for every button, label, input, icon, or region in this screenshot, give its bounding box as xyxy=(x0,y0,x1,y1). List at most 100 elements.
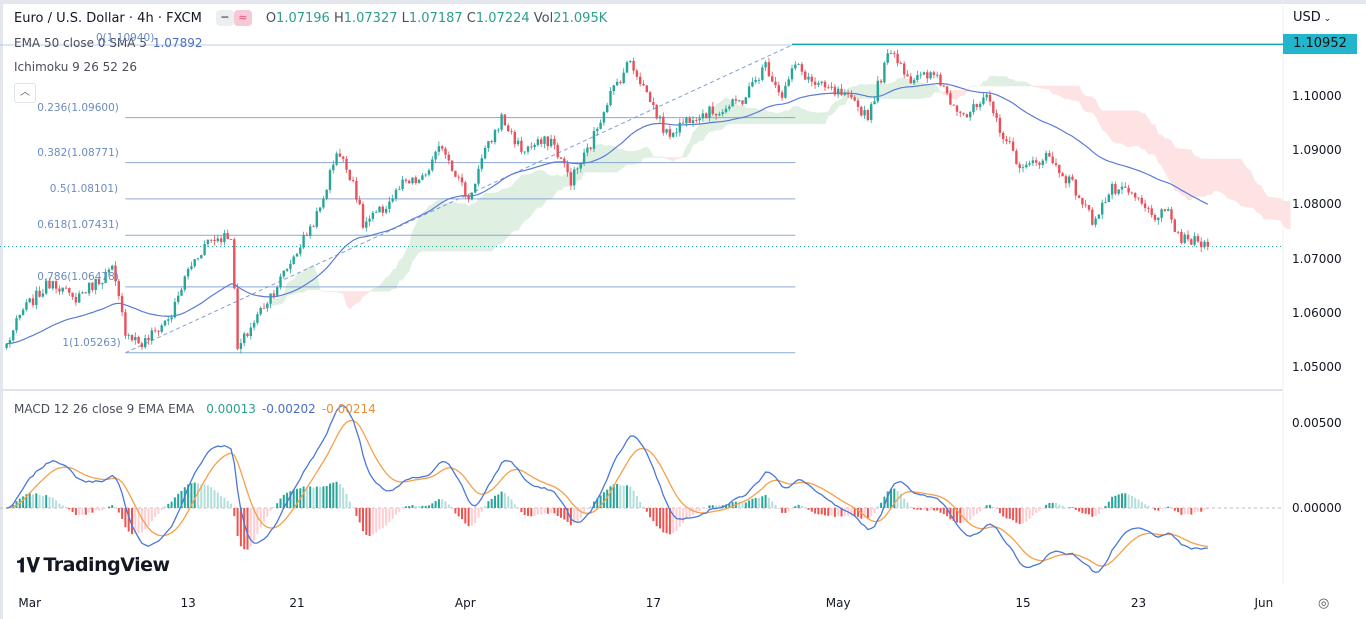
candle xyxy=(978,101,982,111)
candle-body xyxy=(401,179,404,189)
ichimoku-cloud-segment xyxy=(837,98,842,108)
candle-body xyxy=(196,258,200,260)
candle-body xyxy=(1084,204,1087,206)
collapse-legend-button[interactable]: ︿ xyxy=(14,83,36,103)
macd-histogram-bar xyxy=(807,508,810,510)
candle xyxy=(1015,148,1018,165)
ichimoku-cloud-segment xyxy=(537,169,542,208)
candle-body xyxy=(421,175,424,180)
macd-histogram-bar xyxy=(421,505,424,508)
macd-histogram-bar xyxy=(767,497,770,508)
candle xyxy=(761,64,764,82)
macd-histogram-bar xyxy=(203,484,206,508)
candle xyxy=(1044,150,1048,164)
candle-body xyxy=(1120,186,1124,190)
candle-body xyxy=(391,198,394,202)
price-axis-tick: 1.07000 xyxy=(1292,251,1342,266)
candle-body xyxy=(761,67,764,80)
macd-histogram-bar xyxy=(447,504,450,508)
candle xyxy=(1180,228,1183,245)
candle xyxy=(226,229,229,240)
ichimoku-cloud-segment xyxy=(1214,158,1218,191)
candle xyxy=(1176,230,1180,235)
macd-histogram-bar xyxy=(309,486,312,508)
ichimoku-cloud-segment xyxy=(276,296,281,305)
macd-histogram-bar xyxy=(1130,495,1133,508)
macd-histogram-bar xyxy=(107,506,110,508)
delayed-data-icon[interactable]: ≈ xyxy=(233,10,252,26)
ichimoku-cloud-segment xyxy=(639,147,644,164)
candle xyxy=(688,116,691,124)
time-axis-tick: Apr xyxy=(454,596,476,610)
ichimoku-cloud-segment xyxy=(1035,85,1040,89)
candle-body xyxy=(78,293,81,303)
tradingview-logo-icon: 𝟏𝐕 xyxy=(16,553,40,577)
candle xyxy=(1048,150,1051,157)
candle xyxy=(358,195,361,206)
candle-body xyxy=(388,201,391,209)
candle-body xyxy=(64,287,68,289)
macd-histogram-bar xyxy=(936,508,939,511)
macd-histogram-bar xyxy=(932,508,935,511)
currency-selector[interactable]: USD ⌄ xyxy=(1293,10,1331,25)
candle-body xyxy=(68,288,71,293)
candle xyxy=(87,282,91,297)
ichimoku-cloud-segment xyxy=(392,268,397,289)
macd-histogram-bar xyxy=(220,496,223,508)
candle-body xyxy=(177,295,180,302)
ichimoku-cloud-segment xyxy=(669,157,674,163)
candle-body xyxy=(1190,239,1193,245)
settings-icon[interactable]: ◎ xyxy=(1318,596,1329,611)
candle xyxy=(916,70,919,83)
candle xyxy=(982,92,985,106)
candle xyxy=(787,76,790,87)
candle-body xyxy=(1114,184,1117,194)
macd-histogram-bar xyxy=(995,508,998,510)
candle xyxy=(1196,233,1200,243)
candle xyxy=(124,308,127,339)
candle xyxy=(823,80,827,92)
ichimoku-cloud-segment xyxy=(765,109,770,125)
candle xyxy=(173,298,177,319)
candle xyxy=(1025,161,1028,169)
ichimoku-cloud-segment xyxy=(474,197,479,252)
ichimoku-cloud-segment xyxy=(821,112,826,125)
ichimoku-cloud-segment xyxy=(547,174,552,200)
tradingview-logo[interactable]: 𝟏𝐕 TradingView xyxy=(16,553,170,577)
ichimoku-cloud-segment xyxy=(514,178,519,231)
macd-histogram-bar xyxy=(698,508,701,512)
candle-body xyxy=(342,156,345,159)
symbol-title[interactable]: Euro / U.S. Dollar · 4h · FXCM xyxy=(14,11,202,26)
macd-histogram-bar xyxy=(94,508,97,511)
ichimoku-cloud-segment xyxy=(989,75,994,87)
candle xyxy=(830,82,833,91)
candle-body xyxy=(84,292,87,294)
candle-body xyxy=(441,146,444,149)
macd-histogram-bar xyxy=(55,500,58,508)
macd-histogram-bar xyxy=(164,506,166,508)
candle-body xyxy=(698,118,701,121)
candle-body xyxy=(1153,215,1157,220)
candle-body xyxy=(599,122,602,129)
macd-legend[interactable]: MACD 12 26 close 9 EMA EMA 0.00013 -0.0020… xyxy=(14,402,376,416)
market-status-icon[interactable]: ━ xyxy=(215,10,234,26)
chart-canvas[interactable] xyxy=(0,0,1366,619)
candle xyxy=(1054,158,1058,168)
macd-histogram-bar xyxy=(431,503,434,508)
candle xyxy=(1038,161,1041,169)
candle-body xyxy=(193,259,196,267)
macd-histogram-bar xyxy=(817,508,820,515)
candle xyxy=(668,125,672,140)
time-axis-tick: 13 xyxy=(180,596,196,610)
macd-histogram-bar xyxy=(942,508,945,515)
candle-body xyxy=(111,265,114,270)
ichimoku-cloud-segment xyxy=(412,224,417,262)
ichimoku-legend[interactable]: Ichimoku 9 26 52 26 xyxy=(14,60,137,74)
macd-histogram-bar xyxy=(705,508,708,509)
macd-histogram-bar xyxy=(395,508,397,515)
macd-histogram-bar xyxy=(969,508,972,521)
candle-body xyxy=(1068,176,1071,184)
ichimoku-cloud-segment xyxy=(603,145,608,173)
candle xyxy=(573,166,576,191)
ichimoku-cloud-segment xyxy=(1098,106,1103,130)
